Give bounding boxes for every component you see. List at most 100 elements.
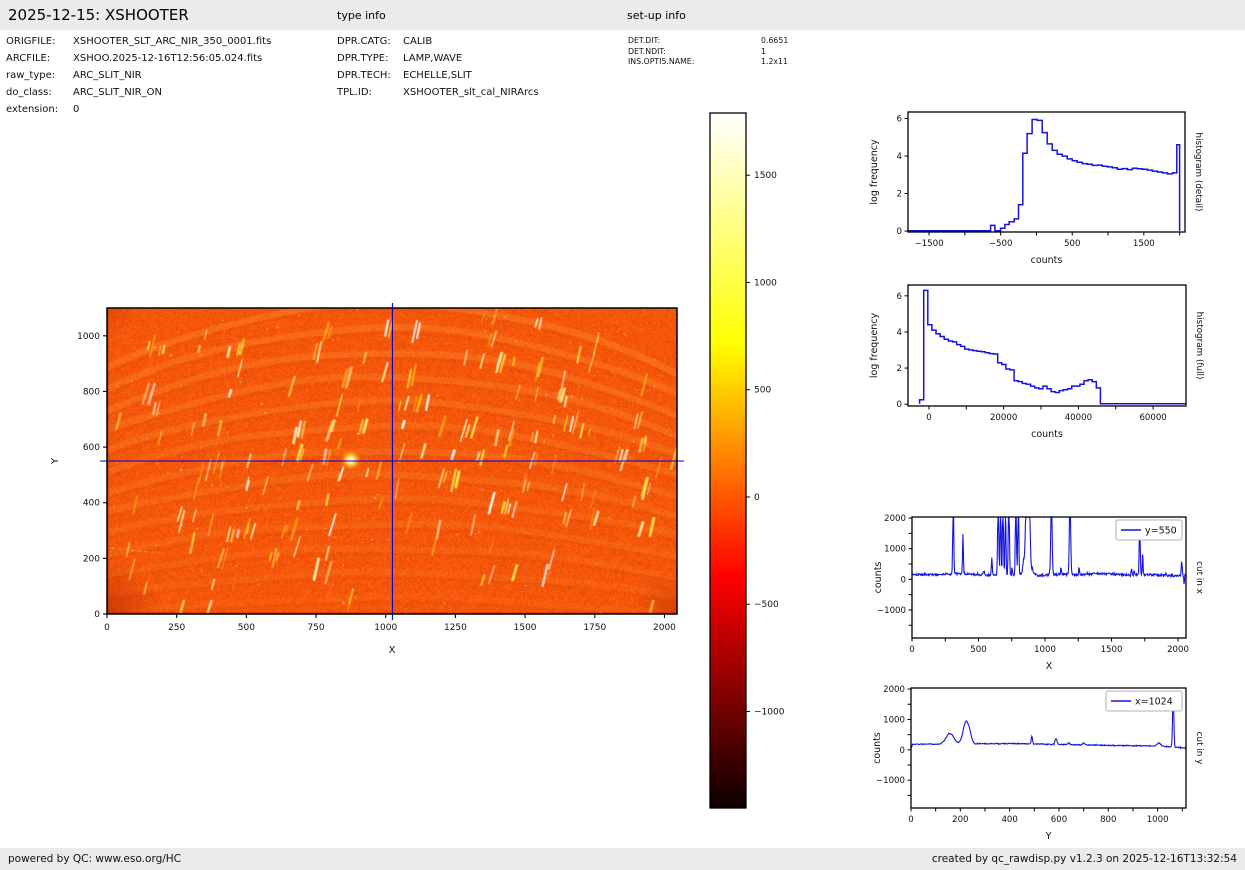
header-bar: 2025-12-15: XSHOOTER type info set-up in… <box>0 0 1245 30</box>
file-info-block: ORIGFILE: XSHOOTER_SLT_ARC_NIR_350_0001.f… <box>6 36 336 121</box>
axis-ticks: −1500 −500 500 1500 0 2 4 6 <box>897 115 1181 249</box>
y-tick-label: 2 <box>897 190 902 200</box>
info-label: raw_type: <box>6 70 56 81</box>
info-row: DPR.TECH: ECHELLE,SLIT <box>337 70 627 87</box>
y-tick-label: 1000 <box>884 545 906 555</box>
info-row: DET.NDIT: 1 <box>628 47 848 58</box>
x-axis-label: counts <box>1031 429 1063 440</box>
info-row: DPR.CATG: CALIB <box>337 36 627 53</box>
x-tick-label: 500 <box>1064 239 1080 249</box>
colorbar-tick-label: −1000 <box>754 707 785 717</box>
x-tick-label: 0 <box>104 623 110 633</box>
info-value: XSHOO.2025-12-16T12:56:05.024.fits <box>73 53 263 64</box>
info-value: ECHELLE,SLIT <box>403 70 472 81</box>
x-tick-label: 1750 <box>583 623 606 633</box>
x-tick-label: 2000 <box>653 623 676 633</box>
hist_detail-svg: −1500 −500 500 1500 0 2 4 6 counts log frequency h… <box>869 111 1203 266</box>
x-tick-label: 0 <box>909 645 914 655</box>
x-tick-label: 1500 <box>1133 239 1155 249</box>
footer-bar: powered by QC: www.eso.org/HC created by… <box>0 848 1245 870</box>
x-tick-label: 750 <box>307 623 324 633</box>
info-label: extension: <box>6 104 59 115</box>
y-tick-label: −1000 <box>877 606 906 616</box>
x-tick-label: −1500 <box>915 239 944 249</box>
y-axis-label: log frequency <box>869 313 880 379</box>
page-title: 2025-12-15: XSHOOTER <box>8 6 189 24</box>
info-value: 1.2x11 <box>761 57 788 66</box>
detector-image-plot: 0 250 500 750 1000 1250 1500 1750 2000 0 200 400 600… <box>40 295 700 665</box>
info-value: XSHOOTER_slt_cal_NIRArcs <box>403 87 539 98</box>
y-axis-label: Y <box>50 457 61 465</box>
y-tick-label: 1000 <box>883 715 905 725</box>
plot-frame <box>907 111 1186 233</box>
x-axis-label: counts <box>1031 255 1063 266</box>
series-area <box>908 118 1181 232</box>
info-label: DPR.TYPE: <box>337 53 389 64</box>
x-tick-label: 1500 <box>514 623 537 633</box>
histogram-full-plot: 0 20000 40000 60000 0 2 4 6 counts log frequency h… <box>855 275 1245 450</box>
y-tick-label: 800 <box>83 387 100 397</box>
info-label: ARCFILE: <box>6 53 51 64</box>
cut_in_y-svg: 0 200 400 600 800 1000 −1000 0 1000 2000 Ycounts cu… <box>872 685 1204 842</box>
x-tick-label: 800 <box>1100 815 1116 825</box>
info-label: do_class: <box>6 87 52 98</box>
y-tick-label: 2 <box>897 364 902 374</box>
info-value: ARC_SLIT_NIR_ON <box>73 87 162 98</box>
y-tick-label: −1000 <box>876 776 905 786</box>
histogram-series <box>918 289 1186 405</box>
colorbar-svg: 1500 1000 500 0 −500 −1000 <box>709 112 785 809</box>
y-tick-label: 4 <box>897 152 902 162</box>
info-label: DPR.TECH: <box>337 70 391 81</box>
right-side-label: histogram (full) <box>1194 312 1204 380</box>
colorbar-tick-label: 1500 <box>754 171 777 181</box>
x-axis-label: X <box>389 645 396 656</box>
info-label: ORIGFILE: <box>6 36 56 47</box>
histogram-series <box>908 118 1181 232</box>
footer-created-by: created by qc_rawdisp.py v1.2.3 on 2025-… <box>931 853 1237 865</box>
footer-powered-by: powered by QC: www.eso.org/HC <box>8 853 182 865</box>
qc-rawdisp-report: 2025-12-15: XSHOOTER type info set-up in… <box>0 0 1245 870</box>
y-tick-label: 0 <box>94 610 100 620</box>
y-axis-label: log frequency <box>869 139 880 205</box>
x-tick-label: 40000 <box>1065 413 1092 423</box>
x-tick-label: 1500 <box>1101 645 1123 655</box>
y-tick-label: 1000 <box>77 332 100 342</box>
x-tick-label: −500 <box>989 239 1013 249</box>
info-value: ARC_SLIT_NIR <box>73 70 142 81</box>
hist_full-svg: 0 20000 40000 60000 0 2 4 6 counts log frequency h… <box>869 284 1204 440</box>
x-tick-label: 1000 <box>1034 645 1056 655</box>
x-tick-label: 500 <box>238 623 255 633</box>
info-label: INS.OPTI5.NAME: <box>628 57 695 66</box>
info-row: DET.DIT: 0.6651 <box>628 36 848 47</box>
histogram-detail-plot: −1500 −500 500 1500 0 2 4 6 counts log frequency h… <box>855 100 1245 275</box>
x-tick-label: 250 <box>168 623 185 633</box>
colorbar-tick-label: 0 <box>754 493 760 503</box>
info-row: TPL.ID: XSHOOTER_slt_cal_NIRArcs <box>337 87 627 104</box>
y-tick-label: 200 <box>83 554 100 564</box>
right-side-label: cut in y <box>1194 732 1204 765</box>
x-tick-label: 1000 <box>1147 815 1169 825</box>
info-value: 1 <box>761 46 766 56</box>
x-tick-label: 0 <box>926 413 931 423</box>
info-value: XSHOOTER_SLT_ARC_NIR_350_0001.fits <box>73 36 272 47</box>
x-tick-label: 200 <box>952 815 968 825</box>
x-tick-label: 2000 <box>1167 645 1189 655</box>
info-row: do_class: ARC_SLIT_NIR_ON <box>6 87 336 104</box>
detector-image-axes: 0 250 500 750 1000 1250 1500 1750 2000 0 200 400 600… <box>50 303 684 656</box>
right-side-label: cut in x <box>1194 561 1204 594</box>
y-tick-label: 6 <box>897 115 902 125</box>
y-tick-label: 600 <box>83 443 100 453</box>
x-tick-label: 400 <box>1001 815 1017 825</box>
colorbar: 1500 1000 500 0 −500 −1000 <box>700 105 840 820</box>
info-row: ORIGFILE: XSHOOTER_SLT_ARC_NIR_350_0001.f… <box>6 36 336 53</box>
info-row: ARCFILE: XSHOO.2025-12-16T12:56:05.024.fi… <box>6 53 336 70</box>
y-tick-label: 6 <box>897 292 902 302</box>
y-tick-label: 400 <box>83 499 100 509</box>
cut_in_x-svg: 0 500 1000 1500 2000 −1000 0 1000 2000 Xcounts cut… <box>873 514 1204 672</box>
x-axis-label: X <box>1046 661 1053 672</box>
y-tick-label: 2000 <box>884 514 906 524</box>
info-value: 0 <box>73 104 80 115</box>
info-label: TPL.ID: <box>337 87 372 98</box>
info-label: DET.DIT: <box>628 36 661 45</box>
colorbar-gradient <box>710 113 746 808</box>
